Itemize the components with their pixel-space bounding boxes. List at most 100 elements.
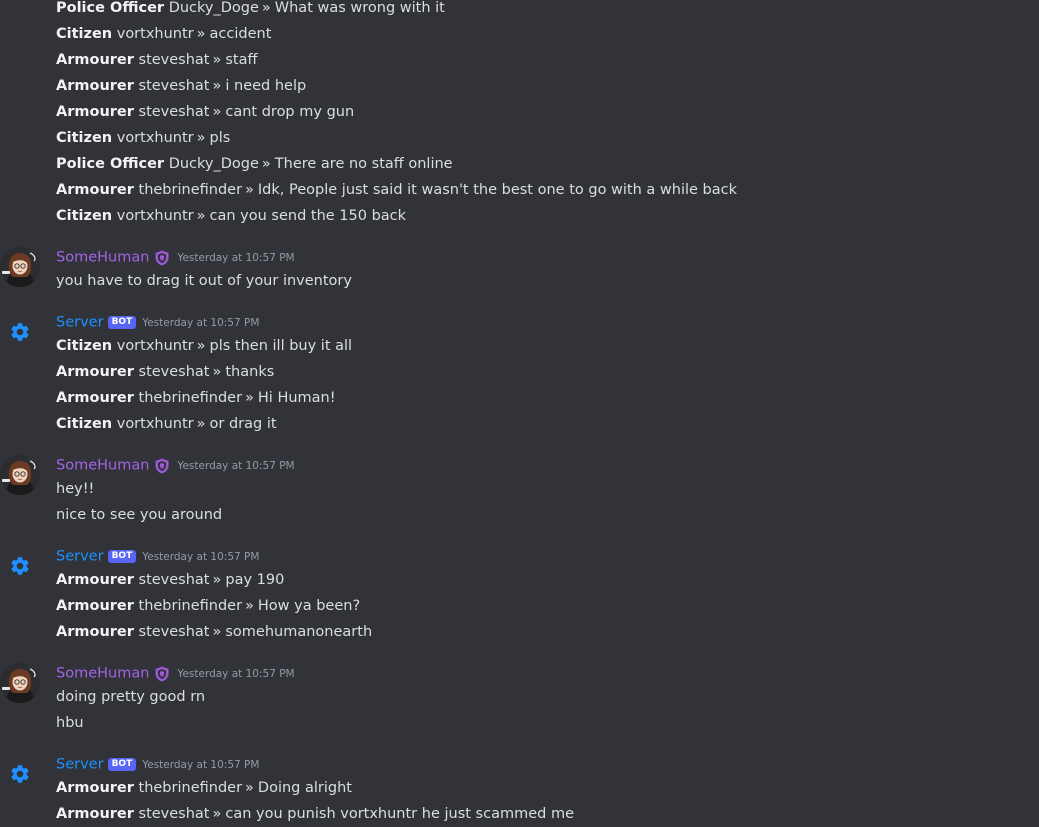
separator-glyph: »	[212, 78, 222, 94]
player-role: Citizen	[56, 338, 113, 354]
message-header: SomeHuman Yesterday at 10:57 PM	[0, 662, 1039, 684]
role-shield-icon[interactable]	[153, 665, 171, 683]
player-name: thebrinefinder	[138, 390, 243, 406]
message-header: SomeHuman Yesterday at 10:57 PM	[0, 246, 1039, 268]
message-text: There are no staff online	[274, 156, 453, 172]
message-text: Hi Human!	[257, 390, 336, 406]
timestamp[interactable]: Yesterday at 10:57 PM	[142, 759, 259, 771]
player-name: Ducky_Doge	[168, 156, 259, 172]
username[interactable]: SomeHuman	[56, 250, 149, 266]
message-line: Armourer steveshat» staff	[0, 47, 1039, 73]
message-line: Armourer steveshat» i need help	[0, 73, 1039, 99]
username[interactable]: Server	[56, 315, 104, 331]
username[interactable]: SomeHuman	[56, 458, 149, 474]
role-shield-icon[interactable]	[153, 249, 171, 267]
message-line: nice to see you around	[0, 502, 1039, 528]
message-group: Server BOT Yesterday at 10:57 PM Armourer t…	[0, 753, 1039, 827]
message-line: Police Officer Ducky_Doge» What was wrong…	[0, 0, 1039, 21]
message-line: Citizen vortxhuntr» or drag it	[0, 411, 1039, 437]
message-text: somehumanonearth	[225, 624, 373, 640]
player-name: steveshat	[138, 572, 210, 588]
message-line: Police Officer Ducky_Doge» There are no s…	[0, 151, 1039, 177]
separator-glyph: »	[212, 572, 222, 588]
timestamp[interactable]: Yesterday at 10:57 PM	[142, 551, 259, 563]
message-line: doing pretty good rn	[0, 684, 1039, 710]
message-line: Armourer thebrinefinder» Hi Human!	[0, 385, 1039, 411]
message-text: i need help	[225, 78, 307, 94]
timestamp[interactable]: Yesterday at 10:57 PM	[177, 252, 294, 264]
username[interactable]: Server	[56, 549, 104, 565]
separator-glyph: »	[261, 0, 271, 16]
message-line: Armourer steveshat» can you punish vortxh…	[0, 801, 1039, 827]
player-role: Armourer	[56, 780, 134, 796]
separator-glyph: »	[212, 806, 222, 822]
message-text: pls then ill buy it all	[209, 338, 353, 354]
player-role: Citizen	[56, 26, 113, 42]
server-avatar-gear-icon[interactable]	[0, 754, 40, 794]
message-list: Police Officer Ducky_Doge» What was wrong…	[0, 0, 1039, 827]
player-name: vortxhuntr	[116, 208, 194, 224]
message-text: thanks	[225, 364, 275, 380]
message-line: Armourer steveshat» pay 190	[0, 567, 1039, 593]
username[interactable]: SomeHuman	[56, 666, 149, 682]
separator-glyph: »	[212, 624, 222, 640]
message-text: doing pretty good rn	[56, 689, 206, 705]
user-avatar[interactable]	[0, 663, 40, 703]
message-header: Server BOT Yesterday at 10:57 PM	[0, 753, 1039, 775]
message-text: can you punish vortxhuntr he just scamme…	[225, 806, 574, 822]
message-text: cant drop my gun	[225, 104, 355, 120]
timestamp[interactable]: Yesterday at 10:57 PM	[177, 460, 294, 472]
message-line: Armourer thebrinefinder» Idk, People just…	[0, 177, 1039, 203]
player-role: Police Officer	[56, 0, 165, 16]
message-line: Citizen vortxhuntr» can you send the 150 …	[0, 203, 1039, 229]
player-role: Armourer	[56, 104, 134, 120]
player-role: Citizen	[56, 130, 113, 146]
message-line: Armourer steveshat» thanks	[0, 359, 1039, 385]
message-text: can you send the 150 back	[209, 208, 407, 224]
player-role: Citizen	[56, 208, 113, 224]
role-shield-icon[interactable]	[153, 457, 171, 475]
message-line: hey!!	[0, 476, 1039, 502]
player-role: Armourer	[56, 390, 134, 406]
message-header: SomeHuman Yesterday at 10:57 PM	[0, 454, 1039, 476]
message-line: Citizen vortxhuntr» pls	[0, 125, 1039, 151]
separator-glyph: »	[212, 104, 222, 120]
server-avatar-gear-icon[interactable]	[0, 546, 40, 586]
message-text: pay 190	[225, 572, 285, 588]
player-role: Armourer	[56, 364, 134, 380]
player-name: steveshat	[138, 78, 210, 94]
player-name: vortxhuntr	[116, 26, 194, 42]
message-text: Doing alright	[257, 780, 352, 796]
message-text: nice to see you around	[56, 507, 223, 523]
player-name: steveshat	[138, 52, 210, 68]
player-name: thebrinefinder	[138, 780, 243, 796]
player-role: Armourer	[56, 78, 134, 94]
player-name: vortxhuntr	[116, 130, 194, 146]
username[interactable]: Server	[56, 757, 104, 773]
message-group: Police Officer Ducky_Doge» What was wrong…	[0, 0, 1039, 229]
player-role: Armourer	[56, 182, 134, 198]
message-header: Server BOT Yesterday at 10:57 PM	[0, 545, 1039, 567]
separator-glyph: »	[245, 182, 254, 198]
timestamp[interactable]: Yesterday at 10:57 PM	[177, 668, 294, 680]
player-name: thebrinefinder	[138, 598, 243, 614]
player-role: Citizen	[56, 416, 113, 432]
separator-glyph: »	[245, 780, 254, 796]
separator-glyph: »	[261, 156, 271, 172]
player-name: steveshat	[138, 104, 210, 120]
server-avatar-gear-icon[interactable]	[0, 312, 40, 352]
message-text: How ya been?	[257, 598, 361, 614]
message-line: you have to drag it out of your inventor…	[0, 268, 1039, 294]
message-text: Idk, People just said it wasn't the best…	[257, 182, 738, 198]
user-avatar[interactable]	[0, 247, 40, 287]
separator-glyph: »	[245, 390, 254, 406]
message-group: Server BOT Yesterday at 10:57 PM Armourer s…	[0, 545, 1039, 645]
message-group: SomeHuman Yesterday at 10:57 PM you have t…	[0, 246, 1039, 294]
timestamp[interactable]: Yesterday at 10:57 PM	[142, 317, 259, 329]
user-avatar[interactable]	[0, 455, 40, 495]
message-text: staff	[225, 52, 258, 68]
message-text: hbu	[56, 715, 84, 731]
player-name: Ducky_Doge	[168, 0, 259, 16]
message-line: Citizen vortxhuntr» accident	[0, 21, 1039, 47]
player-role: Armourer	[56, 572, 134, 588]
